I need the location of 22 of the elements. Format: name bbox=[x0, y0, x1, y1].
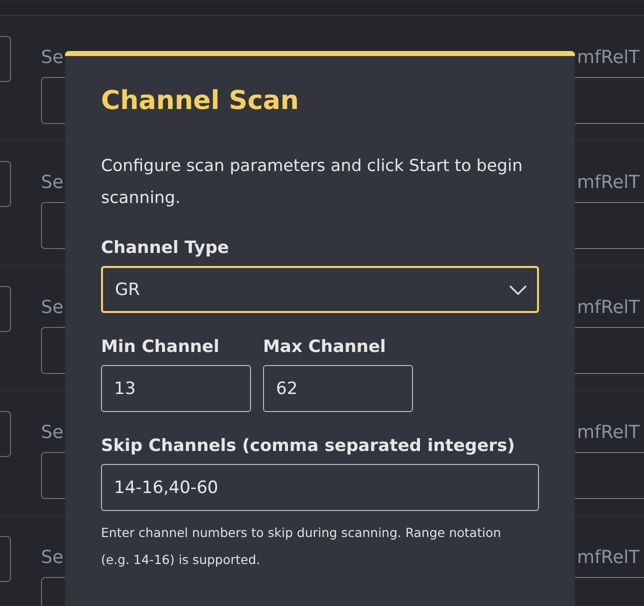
field-label: Skip Channels (comma separated integers) bbox=[101, 436, 516, 456]
help-text: Enter channel numbers to skip during scanning. Range notation (e.g. 14-16) is supported. bbox=[101, 524, 502, 569]
field-label: Se bbox=[41, 172, 64, 193]
skip-channels-input[interactable]: 14-16,40-60 bbox=[101, 464, 539, 511]
min-channel-input[interactable]: 13 bbox=[101, 365, 251, 412]
field-label: Min Channel bbox=[101, 337, 220, 357]
field-label: Max Channel bbox=[263, 337, 387, 357]
dialog-description: Configure scan parameters and click Start to begin scanning. bbox=[101, 155, 524, 209]
field-label: mfRelT bbox=[577, 422, 640, 443]
field-label: mfRelT bbox=[577, 547, 640, 568]
chevron-down-icon bbox=[509, 284, 527, 294]
field-label: Se bbox=[41, 297, 64, 318]
dialog-title: Channel Scan bbox=[101, 86, 300, 116]
channel-type-select[interactable]: GR bbox=[101, 266, 539, 313]
field-label: Se bbox=[41, 547, 64, 568]
field-label: Channel Type bbox=[101, 238, 230, 258]
field-label: mfRelT bbox=[577, 297, 640, 318]
field-label: Se bbox=[41, 47, 64, 68]
field-label: Se bbox=[41, 422, 64, 443]
max-channel-input[interactable]: 62 bbox=[263, 365, 413, 412]
field-label: mfRelT bbox=[577, 172, 640, 193]
field-label: mfRelT bbox=[577, 47, 640, 68]
